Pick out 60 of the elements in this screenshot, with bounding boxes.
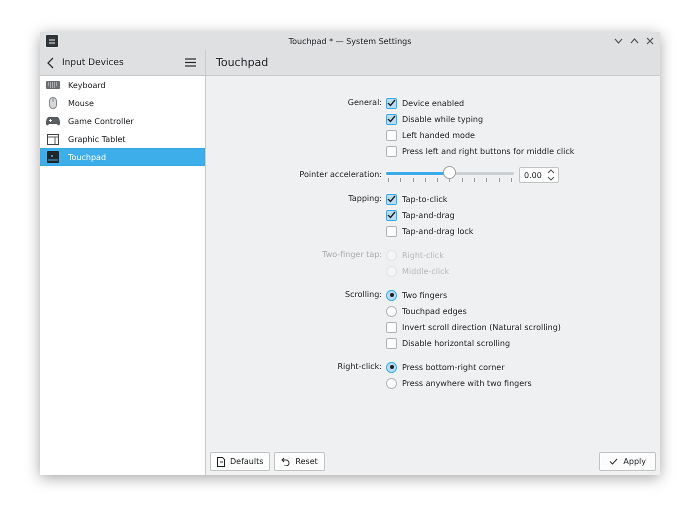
form-label: Pointer acceleration:: [298, 169, 382, 181]
option-label: Disable while typing: [402, 114, 484, 124]
radio-button[interactable]: [386, 378, 397, 388]
option-label: Device enabled: [402, 98, 464, 108]
form-label: Tapping:: [347, 193, 382, 205]
option-label: Press left and right buttons for middle click: [402, 146, 574, 156]
sidebar-item[interactable]: Graphic Tablet: [40, 130, 205, 148]
defaults-button[interactable]: Defaults: [210, 452, 270, 471]
checkbox[interactable]: [386, 98, 397, 108]
close-icon[interactable]: [646, 37, 654, 45]
option-label: Press anywhere with two fingers: [402, 378, 532, 388]
app-icon: [46, 35, 58, 47]
radio-button[interactable]: [386, 290, 397, 300]
checkbox[interactable]: [386, 114, 397, 124]
tablet-icon: [46, 134, 60, 144]
acceleration-slider[interactable]: [386, 167, 514, 183]
option-label: Disable horizontal scrolling: [402, 338, 510, 348]
undo-icon: [281, 457, 290, 466]
option-label: Press bottom-right corner: [402, 362, 504, 372]
apply-button[interactable]: Apply: [599, 452, 656, 471]
maximize-icon[interactable]: [630, 38, 639, 44]
back-icon[interactable]: [47, 56, 54, 68]
option-label: Two fingers: [402, 290, 448, 300]
keyboard-icon: [46, 81, 60, 89]
sidebar-item[interactable]: Keyboard: [40, 76, 205, 94]
reset-button[interactable]: Reset: [274, 452, 325, 471]
document-icon: [217, 456, 225, 466]
touchpad-icon: [46, 151, 60, 163]
option-label: Tap-and-drag lock: [402, 226, 474, 236]
form-label: Two-finger tap:: [321, 249, 382, 261]
option-label: Middle-click: [402, 266, 450, 276]
radio-button[interactable]: [386, 306, 397, 316]
form-label: Right-click:: [336, 361, 382, 373]
checkbox[interactable]: [386, 322, 397, 332]
checkbox[interactable]: [386, 130, 397, 140]
check-icon: [609, 458, 618, 465]
spin-box[interactable]: 0.00: [519, 167, 559, 183]
radio-button[interactable]: [386, 362, 397, 372]
sidebar-item[interactable]: Game Controller: [40, 112, 205, 130]
mouse-icon: [46, 97, 60, 109]
minimize-icon[interactable]: [614, 38, 623, 44]
option-label: Tap-and-drag: [402, 210, 455, 220]
option-label: Touchpad edges: [402, 306, 467, 316]
option-label: Right-click: [402, 250, 444, 260]
form-label: General:: [346, 97, 382, 109]
gamepad-icon: [46, 116, 60, 126]
form-label: Scrolling:: [344, 289, 382, 301]
checkbox[interactable]: [386, 194, 397, 204]
sidebar-title: Input Devices: [62, 58, 125, 68]
window-title: Touchpad * — System Settings: [288, 36, 412, 46]
checkbox[interactable]: [386, 338, 397, 348]
sidebar-item[interactable]: Mouse: [40, 94, 205, 112]
option-label: Left handed mode: [402, 130, 475, 140]
page-title: Touchpad: [216, 56, 268, 69]
checkbox[interactable]: [386, 226, 397, 236]
option-label: Tap-to-click: [402, 194, 448, 204]
option-label: Invert scroll direction (Natural scrolling): [402, 322, 561, 332]
menu-icon[interactable]: [185, 58, 196, 67]
checkbox[interactable]: [386, 146, 397, 156]
checkbox[interactable]: [386, 210, 397, 220]
